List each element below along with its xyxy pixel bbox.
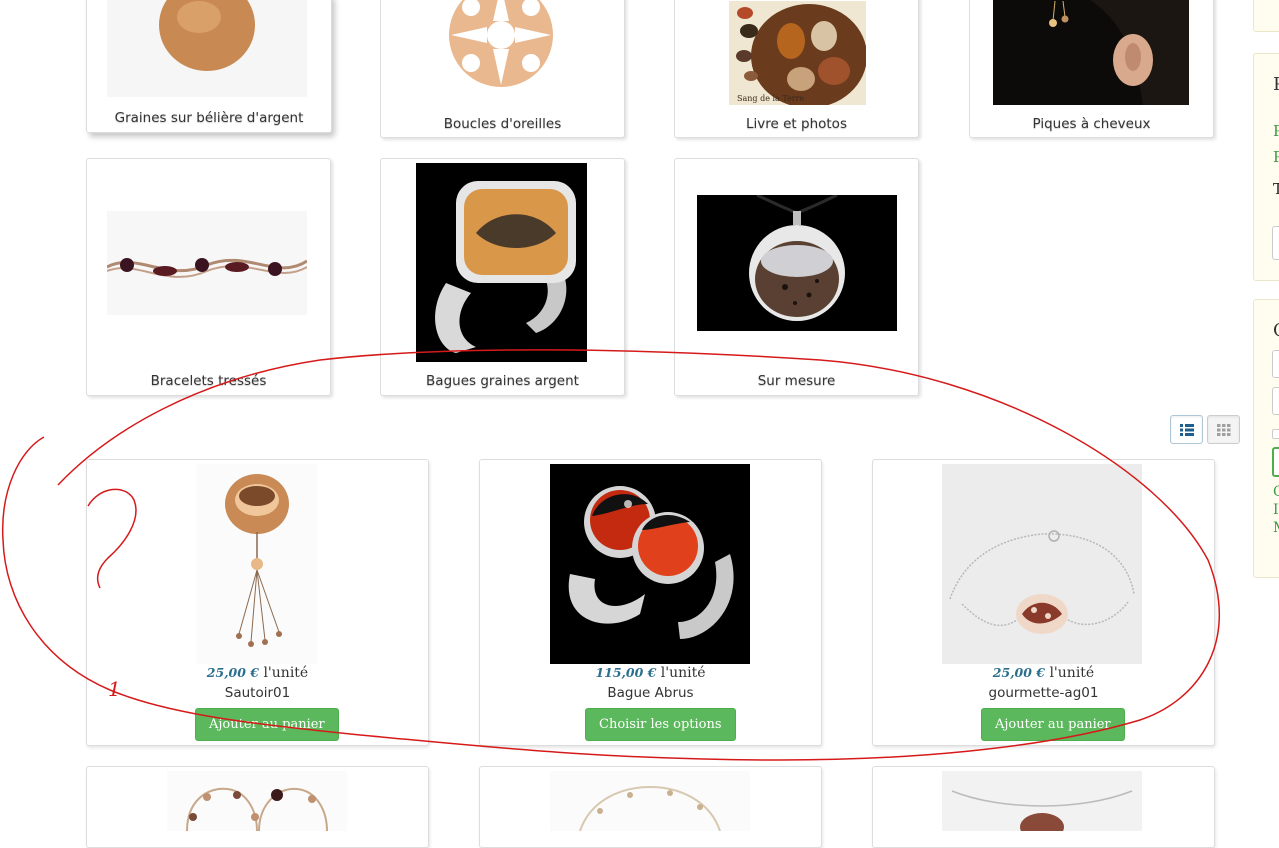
product-card-sautoir01: 25,00 € l'unité Sautoir01 Ajouter au pan… xyxy=(86,459,429,746)
product-image[interactable] xyxy=(942,771,1142,831)
category-card-graines[interactable]: Graines sur bélière d'argent xyxy=(86,0,332,133)
carved-seed-earring-image xyxy=(449,0,553,87)
grid-view-button[interactable] xyxy=(1207,415,1240,444)
braided-bracelet-image xyxy=(107,258,307,278)
sidebar-link[interactable]: M xyxy=(1273,520,1279,536)
sidebar-link[interactable]: I xyxy=(1273,502,1279,518)
add-to-cart-button[interactable]: Ajouter au panier xyxy=(195,708,339,741)
category-card-boucles[interactable]: Boucles d'oreilles xyxy=(380,0,625,138)
product-image[interactable] xyxy=(550,464,750,664)
category-image[interactable] xyxy=(401,0,604,101)
product-price: 25,00 € xyxy=(206,665,259,680)
product-price-line: 25,00 € l'unité xyxy=(873,665,1214,681)
bead-necklace-image xyxy=(186,787,328,831)
product-image[interactable] xyxy=(167,771,347,831)
book-cover-title: Sang de la Terre xyxy=(737,94,804,103)
abrus-ring-image xyxy=(550,464,750,664)
category-label[interactable]: Bracelets tressés xyxy=(87,373,330,389)
custom-pendant-image xyxy=(697,195,897,331)
choose-options-button[interactable]: Choisir les options xyxy=(585,708,736,741)
sidebar-field[interactable] xyxy=(1272,387,1279,415)
product-price: 25,00 € xyxy=(992,665,1045,680)
category-card-livre[interactable]: Sang de la Terre Livre et photos xyxy=(674,0,919,138)
sidebar-link[interactable]: C xyxy=(1273,484,1279,500)
category-image[interactable] xyxy=(697,195,897,331)
category-image[interactable] xyxy=(993,0,1189,105)
product-price-line: 25,00 € l'unité xyxy=(87,665,428,681)
category-image[interactable] xyxy=(416,163,587,362)
category-card-bracelets[interactable]: Bracelets tressés xyxy=(86,158,331,396)
category-card-piques[interactable]: Piques à cheveux xyxy=(969,0,1214,138)
product-card-partial xyxy=(872,766,1215,848)
category-image[interactable]: Sang de la Terre xyxy=(729,1,866,105)
product-card-bague-abrus: 115,00 € l'unité Bague Abrus Choisir les… xyxy=(479,459,822,746)
sidebar-panel-1-title: P xyxy=(1273,74,1279,95)
sidebar-link[interactable]: P xyxy=(1273,148,1279,166)
product-card-gourmette-ag01: 25,00 € l'unité gourmette-ag01 Ajouter a… xyxy=(872,459,1215,746)
price-unit: l'unité xyxy=(263,665,309,681)
category-label[interactable]: Sur mesure xyxy=(675,373,918,389)
product-image[interactable] xyxy=(942,464,1142,664)
product-image[interactable] xyxy=(550,771,750,831)
seed-necklace-image xyxy=(579,785,721,831)
product-name[interactable]: Bague Abrus xyxy=(480,685,821,701)
product-price-line: 115,00 € l'unité xyxy=(480,665,821,681)
list-view-button[interactable] xyxy=(1170,415,1203,444)
sidebar-panel-2-title: C xyxy=(1273,320,1279,341)
product-name[interactable]: gourmette-ag01 xyxy=(873,685,1214,701)
product-card-partial xyxy=(479,766,822,848)
sidebar-checkbox[interactable] xyxy=(1272,429,1279,439)
price-unit: l'unité xyxy=(1049,665,1095,681)
seed-ring-image xyxy=(416,163,587,362)
product-image[interactable] xyxy=(197,464,317,664)
add-to-cart-button[interactable]: Ajouter au panier xyxy=(981,708,1125,741)
category-card-bagues[interactable]: Bagues graines argent xyxy=(380,158,625,396)
sidebar-submit-button[interactable] xyxy=(1272,447,1279,477)
sidebar-link[interactable]: P xyxy=(1273,122,1279,140)
category-image[interactable] xyxy=(107,211,307,315)
category-label[interactable]: Bagues graines argent xyxy=(381,373,624,389)
category-label[interactable]: Piques à cheveux xyxy=(970,116,1213,132)
seed-pendant-image xyxy=(159,0,255,71)
sidebar-text: T xyxy=(1273,180,1279,198)
grid-view-icon xyxy=(1217,424,1231,436)
category-card-sur-mesure[interactable]: Sur mesure xyxy=(674,158,919,396)
sidebar-field[interactable] xyxy=(1272,350,1279,378)
category-label[interactable]: Boucles d'oreilles xyxy=(381,116,624,132)
price-unit: l'unité xyxy=(660,665,706,681)
gourmette-bracelet-image xyxy=(942,464,1142,664)
sidebar-top-panel xyxy=(1253,0,1279,32)
product-card-partial xyxy=(86,766,429,848)
sidebar-input[interactable] xyxy=(1272,226,1279,260)
book-cover-image: Sang de la Terre xyxy=(729,1,866,105)
sautoir-necklace-image xyxy=(225,474,289,647)
category-label[interactable]: Livre et photos xyxy=(675,116,918,132)
hair-pin-image xyxy=(993,0,1189,105)
pendant-image xyxy=(951,790,1133,831)
category-label[interactable]: Graines sur bélière d'argent xyxy=(87,110,331,126)
list-view-icon xyxy=(1180,424,1194,436)
product-price: 115,00 € xyxy=(595,665,657,680)
product-name[interactable]: Sautoir01 xyxy=(87,685,428,701)
category-image[interactable] xyxy=(107,0,307,97)
